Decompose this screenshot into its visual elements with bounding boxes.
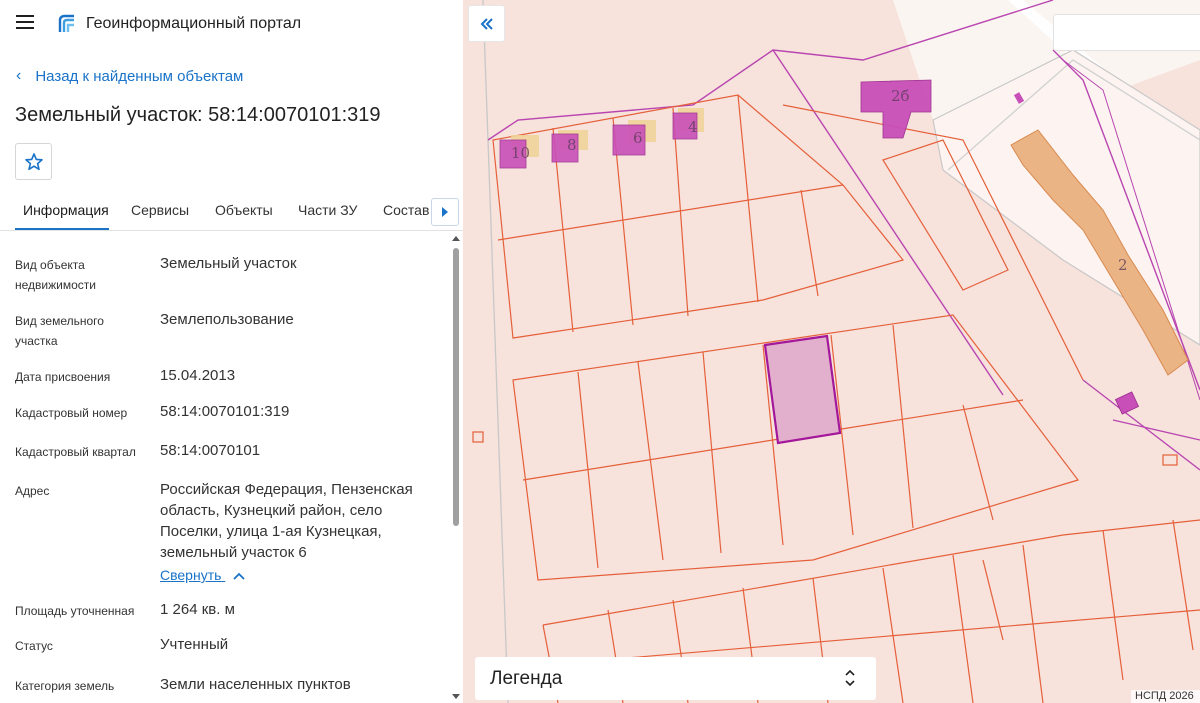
chevron-right-icon (442, 207, 448, 217)
info-value: 58:14:0070101 (160, 442, 261, 459)
legend-dropdown[interactable]: Легенда (475, 657, 876, 700)
cadastral-map[interactable]: 10 8 6 4 2б 2 (463, 0, 1200, 703)
info-value: Земельный участок (160, 255, 297, 272)
tabs-scroll-right-button[interactable] (431, 198, 459, 226)
tab-objects[interactable]: Объекты (215, 202, 273, 218)
collapse-address-link[interactable]: Свернуть (160, 565, 245, 586)
building-label: 10 (511, 144, 530, 162)
sort-updown-icon (845, 669, 855, 687)
map-view[interactable]: 10 8 6 4 2б 2 Легенда НСПД 2026 (463, 0, 1200, 703)
info-label: Кадастровый номер (15, 406, 128, 420)
info-scrollbar[interactable] (449, 232, 463, 703)
app-header: Геоинформационный портал (0, 0, 463, 48)
tab-composition[interactable]: Состав (383, 202, 429, 218)
building-label: 2б (891, 87, 910, 105)
address-value: Российская Федерация, Пензенская область… (160, 481, 413, 561)
tab-parts[interactable]: Части ЗУ (298, 202, 357, 218)
chevron-left-icon: ‹ (16, 67, 22, 84)
selected-parcel (763, 334, 842, 445)
info-label: Вид объекта недвижимости (15, 258, 96, 292)
info-label: Кадастровый квартал (15, 445, 136, 459)
menu-icon[interactable] (16, 15, 36, 31)
tab-info[interactable]: Информация (23, 202, 109, 218)
info-value: Землепользование (160, 311, 294, 328)
tab-bar: Информация Сервисы Объекты Части ЗУ Сост… (0, 192, 463, 231)
building-label: 6 (633, 129, 643, 147)
back-link[interactable]: ‹ Назад к найденным объектам (16, 67, 243, 85)
info-list: Вид объекта недвижимости Земельный участ… (0, 232, 448, 703)
info-value: 1 264 кв. м (160, 601, 235, 618)
page-title: Земельный участок: 58:14:0070101:319 (15, 104, 381, 126)
star-icon (24, 152, 43, 170)
collapse-link-label: Свернуть (160, 567, 222, 583)
app-title: Геоинформационный портал (86, 15, 302, 32)
collapse-panel-button[interactable] (468, 5, 505, 42)
tab-services[interactable]: Сервисы (131, 202, 189, 218)
map-search-input[interactable] (1053, 14, 1200, 51)
active-tab-indicator (15, 228, 109, 230)
info-label: Вид земельного участка (15, 314, 104, 348)
info-label: Дата присвоения (15, 370, 111, 384)
info-label: Площадь уточненная (15, 604, 135, 618)
info-label: Адрес (15, 484, 50, 498)
info-label: Категория земель (15, 679, 115, 693)
double-chevron-left-icon (480, 17, 493, 30)
info-value: Учтенный (160, 636, 229, 653)
scroll-down-arrow[interactable] (452, 694, 460, 699)
back-link-label: Назад к найденным объектам (35, 67, 244, 85)
scroll-up-arrow[interactable] (452, 236, 460, 241)
portal-logo-icon (58, 14, 74, 32)
favorite-button[interactable] (15, 143, 52, 180)
scroll-thumb[interactable] (453, 248, 459, 526)
map-attribution: НСПД 2026 (1131, 690, 1200, 703)
info-value: 15.04.2013 (160, 367, 236, 384)
building-label: 4 (688, 118, 698, 136)
legend-label: Легенда (490, 668, 563, 689)
building-label: 2 (1118, 256, 1128, 274)
info-value: Земли населенных пунктов (160, 676, 351, 693)
chevron-up-icon (233, 572, 245, 580)
info-panel: Геоинформационный портал ‹ Назад к найде… (0, 0, 463, 703)
building-label: 8 (567, 136, 577, 154)
info-label: Статус (15, 639, 53, 653)
info-value: 58:14:0070101:319 (160, 403, 290, 420)
